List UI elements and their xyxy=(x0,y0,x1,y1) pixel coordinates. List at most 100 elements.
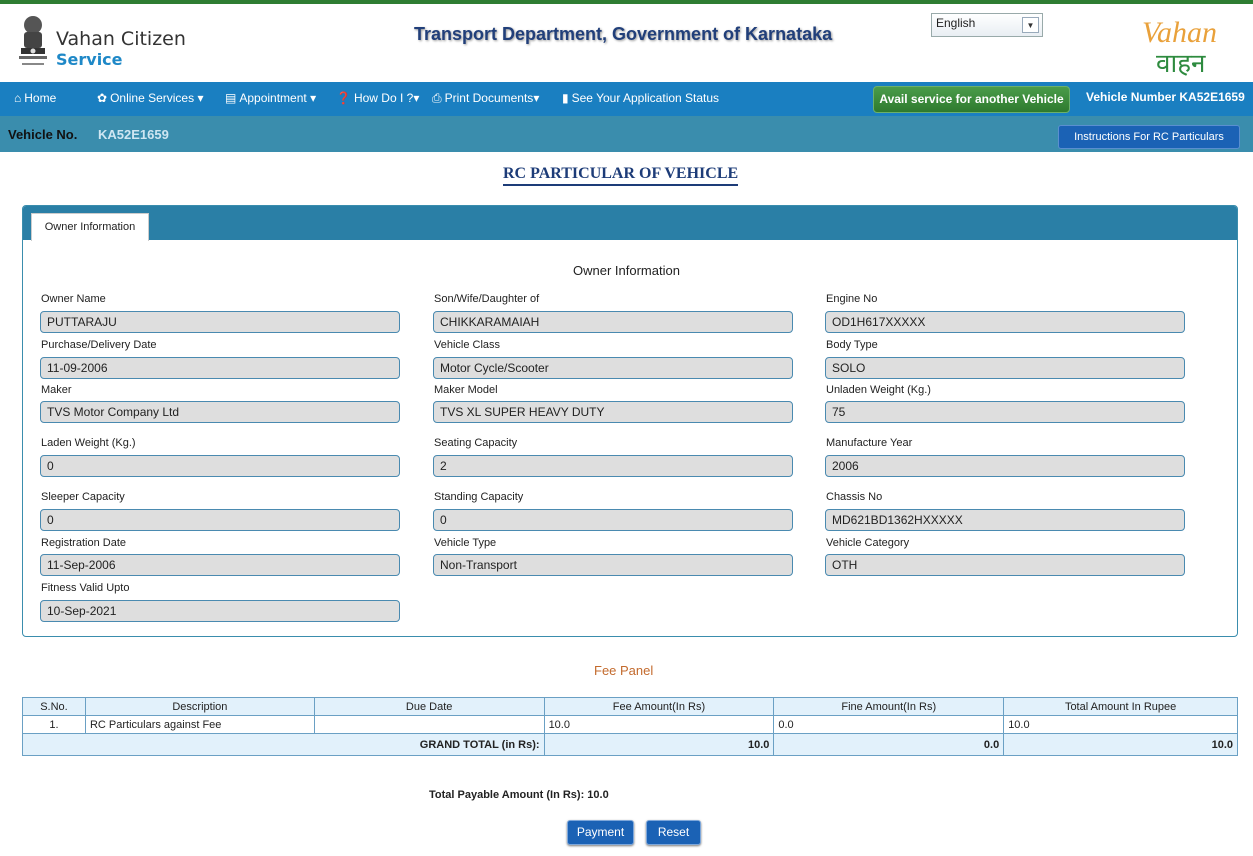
logo-hindi-text: वाहन xyxy=(1156,49,1206,76)
laden-weight-label: Laden Weight (Kg.) xyxy=(41,437,136,449)
manufacture-year-label: Manufacture Year xyxy=(826,437,913,449)
cell-fee: 10.0 xyxy=(543,715,775,734)
tab-owner-information[interactable]: Owner Information xyxy=(31,213,149,241)
reset-button[interactable]: Reset xyxy=(646,820,701,845)
brand-title: Vahan Citizen xyxy=(56,28,186,50)
chassis-no-label: Chassis No xyxy=(826,491,883,503)
col-header: Due Date xyxy=(313,697,545,716)
language-selected-value: English xyxy=(936,16,976,30)
cell-sno: 1. xyxy=(22,715,86,734)
vehicle-type-field[interactable]: Non-Transport xyxy=(433,554,793,576)
calendar-icon: ▤ xyxy=(225,91,237,105)
body-type-label: Body Type xyxy=(826,339,878,351)
avail-service-button[interactable]: Avail service for another Vehicle xyxy=(873,86,1070,113)
vehicle-no-label: Vehicle No. xyxy=(8,127,78,142)
cell-description: RC Particulars against Fee xyxy=(84,715,315,734)
grand-total-row: GRAND TOTAL (in Rs): 10.0 0.0 10.0 xyxy=(22,733,1238,756)
owner-name-field[interactable]: PUTTARAJU xyxy=(40,311,400,333)
brand-subtitle: Service xyxy=(56,50,123,69)
registration-date-label: Registration Date xyxy=(41,537,126,549)
laden-weight-field[interactable]: 0 xyxy=(40,455,400,477)
col-header: Total Amount In Rupee xyxy=(1003,697,1238,716)
maker-model-field[interactable]: TVS XL SUPER HEAVY DUTY xyxy=(433,401,793,423)
caret-down-icon: ▾ xyxy=(310,91,317,105)
print-icon: ⎙ xyxy=(432,91,442,105)
relation-label: Son/Wife/Daughter of xyxy=(434,293,540,305)
maker-model-label: Maker Model xyxy=(434,384,498,396)
nav-how-do-i[interactable]: ❓ How Do I ?▾ xyxy=(336,91,419,105)
unladen-weight-label: Unladen Weight (Kg.) xyxy=(826,384,931,396)
seating-capacity-field[interactable]: 2 xyxy=(433,455,793,477)
standing-capacity-field[interactable]: 0 xyxy=(433,509,793,531)
bar-chart-icon: ▮ xyxy=(562,91,569,105)
body-type-field[interactable]: SOLO xyxy=(825,357,1185,379)
caret-down-icon: ▾ xyxy=(197,91,204,105)
col-header: Fee Amount(In Rs) xyxy=(543,697,775,716)
grand-fine: 0.0 xyxy=(773,733,1005,756)
standing-capacity-label: Standing Capacity xyxy=(434,491,524,503)
question-icon: ❓ xyxy=(336,91,351,105)
gear-icon: ✿ xyxy=(97,91,108,105)
vehicle-no-value: KA52E1659 xyxy=(98,127,169,142)
maker-field[interactable]: TVS Motor Company Ltd xyxy=(40,401,400,423)
cell-total: 10.0 xyxy=(1003,715,1238,734)
vahan-logo: Vahan वाहन xyxy=(1142,16,1217,76)
home-icon: ⌂ xyxy=(14,91,22,105)
vehicle-number-bar: Vehicle No. KA52E1659 Instructions For R… xyxy=(0,116,1253,152)
department-title: Transport Department, Government of Karn… xyxy=(414,24,833,44)
page-title: RC PARTICULAR OF VEHICLE xyxy=(503,165,739,186)
logo-latin-text: Vahan xyxy=(1142,16,1217,49)
col-header: S.No. xyxy=(22,697,86,716)
cell-due-date xyxy=(313,715,545,734)
table-row: 1. RC Particulars against Fee 10.0 0.0 1… xyxy=(22,715,1238,734)
caret-down-icon: ▾ xyxy=(413,91,420,105)
cell-fine: 0.0 xyxy=(773,715,1005,734)
fitness-valid-label: Fitness Valid Upto xyxy=(41,582,130,594)
vehicle-category-label: Vehicle Category xyxy=(826,537,910,549)
total-payable-amount: Total Payable Amount (In Rs): 10.0 xyxy=(429,789,609,801)
vehicle-category-field[interactable]: OTH xyxy=(825,554,1185,576)
vehicle-class-field[interactable]: Motor Cycle/Scooter xyxy=(433,357,793,379)
fitness-valid-field[interactable]: 10-Sep-2021 xyxy=(40,600,400,622)
relation-field[interactable]: CHIKKARAMAIAH xyxy=(433,311,793,333)
seating-capacity-label: Seating Capacity xyxy=(434,437,518,449)
engine-no-field[interactable]: OD1H617XXXXX xyxy=(825,311,1185,333)
instructions-button[interactable]: Instructions For RC Particulars xyxy=(1058,125,1240,149)
caret-down-icon: ▼ xyxy=(1022,17,1039,33)
caret-down-icon: ▾ xyxy=(533,91,540,105)
vehicle-class-label: Vehicle Class xyxy=(434,339,501,351)
main-navbar: ⌂ Home ✿ Online Services ▾ ▤ Appointment ▾ … xyxy=(0,82,1253,116)
col-header: Description xyxy=(84,697,315,716)
language-select[interactable]: English ▼ xyxy=(931,13,1043,37)
vehicle-type-label: Vehicle Type xyxy=(434,537,497,549)
grand-total: 10.0 xyxy=(1003,733,1238,756)
nav-application-status[interactable]: ▮ See Your Application Status xyxy=(562,91,719,105)
maker-label: Maker xyxy=(41,384,72,396)
col-header: Fine Amount(In Rs) xyxy=(773,697,1005,716)
nav-online-services[interactable]: ✿ Online Services ▾ xyxy=(97,91,203,105)
fee-table: S.No. Description Due Date Fee Amount(In… xyxy=(22,697,1238,756)
unladen-weight-field[interactable]: 75 xyxy=(825,401,1185,423)
engine-no-label: Engine No xyxy=(826,293,878,305)
payment-button[interactable]: Payment xyxy=(567,820,634,845)
chassis-no-field[interactable]: MD621BD1362HXXXXX xyxy=(825,509,1185,531)
purchase-date-field[interactable]: 11-09-2006 xyxy=(40,357,400,379)
panel-tab-bar: Owner Information xyxy=(23,206,1237,241)
nav-print-documents[interactable]: ⎙ Print Documents▾ xyxy=(432,91,539,106)
nav-vehicle-number: Vehicle Number KA52E1659 xyxy=(1086,90,1245,104)
site-header: Vahan Citizen Service Transport Departme… xyxy=(0,4,1253,82)
sleeper-capacity-label: Sleeper Capacity xyxy=(41,491,125,503)
registration-date-field[interactable]: 11-Sep-2006 xyxy=(40,554,400,576)
nav-appointment[interactable]: ▤ Appointment ▾ xyxy=(225,91,316,105)
fee-table-header: S.No. Description Due Date Fee Amount(In… xyxy=(22,697,1238,716)
sleeper-capacity-field[interactable]: 0 xyxy=(40,509,400,531)
grand-fee: 10.0 xyxy=(543,733,775,756)
owner-section-title: Owner Information xyxy=(573,263,680,278)
state-emblem-icon xyxy=(19,16,47,65)
manufacture-year-field[interactable]: 2006 xyxy=(825,455,1185,477)
fee-panel-title: Fee Panel xyxy=(594,663,654,678)
owner-name-label: Owner Name xyxy=(41,293,106,305)
nav-home[interactable]: ⌂ Home xyxy=(14,91,56,105)
purchase-date-label: Purchase/Delivery Date xyxy=(41,339,157,351)
grand-total-label: GRAND TOTAL (in Rs): xyxy=(22,733,545,756)
